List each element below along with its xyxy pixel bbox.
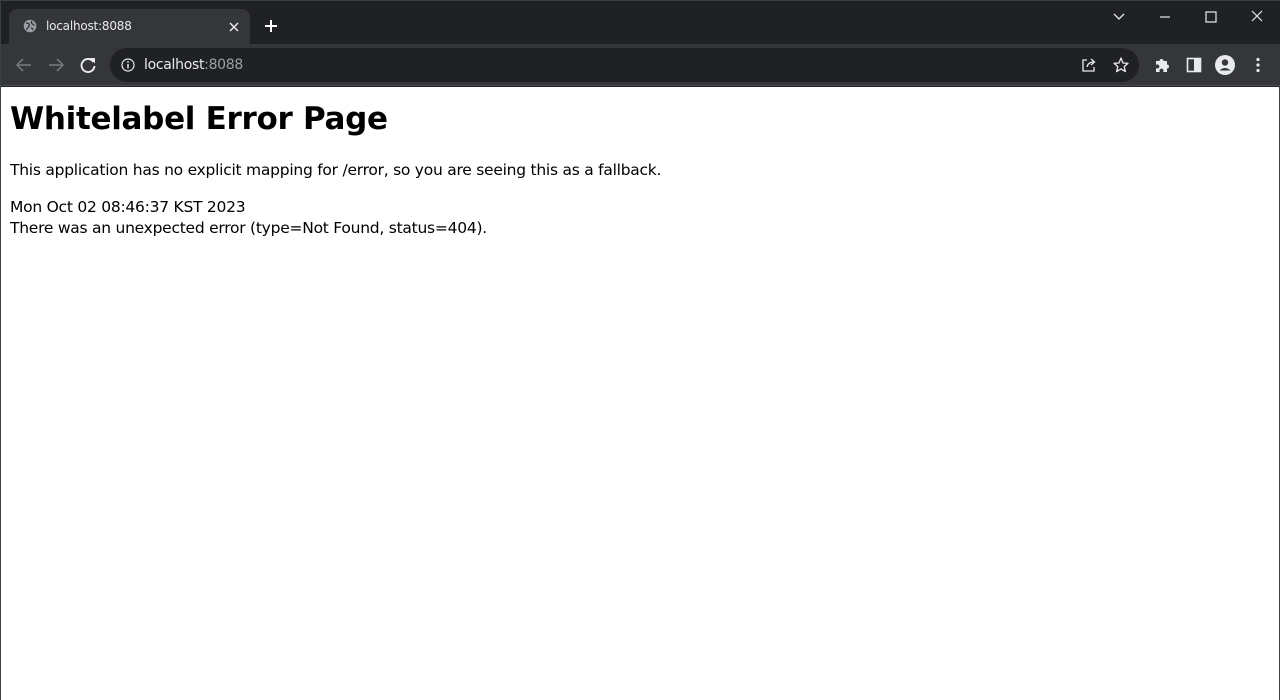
error-detail: There was an unexpected error (type=Not … <box>10 219 487 237</box>
address-bar[interactable]: localhost:8088 <box>110 48 1139 82</box>
maximize-icon[interactable] <box>1201 7 1221 27</box>
side-panel-icon[interactable] <box>1183 54 1205 76</box>
plus-icon[interactable] <box>262 17 280 35</box>
error-explanation: This application has no explicit mapping… <box>10 161 662 179</box>
star-icon[interactable] <box>1112 56 1130 74</box>
forward-arrow-icon[interactable] <box>45 54 67 76</box>
error-timestamp: Mon Oct 02 08:46:37 KST 2023 <box>10 198 246 216</box>
minimize-icon[interactable] <box>1155 7 1175 27</box>
info-icon[interactable] <box>121 58 135 72</box>
tab-localhost[interactable]: localhost:8088 <box>9 9 250 44</box>
url-port: :8088 <box>204 57 244 73</box>
toolbar: localhost:8088 <box>1 44 1280 86</box>
tab-strip: localhost:8088 <box>1 1 1280 44</box>
globe-icon <box>23 19 37 33</box>
avatar-icon[interactable] <box>1214 54 1236 76</box>
url-host: localhost <box>144 57 205 73</box>
chevron-down-icon[interactable] <box>1109 7 1129 27</box>
share-icon[interactable] <box>1080 56 1098 74</box>
browser-window: localhost:8088 localhost:8088 Whitelabel… <box>0 0 1280 700</box>
reload-icon[interactable] <box>77 54 99 76</box>
close-icon[interactable] <box>226 19 242 35</box>
page-title: Whitelabel Error Page <box>10 101 388 137</box>
puzzle-icon[interactable] <box>1151 54 1173 76</box>
page-viewport: Whitelabel Error Page This application h… <box>1 87 1279 700</box>
tab-title: localhost:8088 <box>46 19 132 33</box>
close-icon[interactable] <box>1247 7 1267 27</box>
url-text[interactable]: localhost:8088 <box>144 57 243 73</box>
kebab-menu-icon[interactable] <box>1247 54 1269 76</box>
back-arrow-icon[interactable] <box>13 54 35 76</box>
